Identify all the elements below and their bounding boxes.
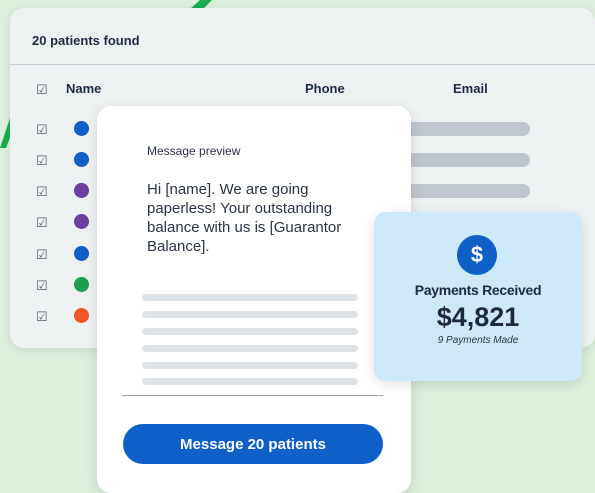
dollar-icon: $ (457, 235, 497, 275)
message-placeholder-line (142, 294, 358, 301)
payments-amount: $4,821 (436, 302, 520, 332)
column-header-email[interactable]: Email (453, 81, 488, 96)
select-all-checkbox[interactable]: ☑ (36, 83, 48, 96)
payments-title: Payments Received (414, 282, 542, 298)
results-count: 20 patients found (32, 33, 140, 48)
message-placeholder-line (142, 328, 358, 335)
column-header-name[interactable]: Name (66, 81, 101, 96)
message-placeholder-line (142, 378, 358, 385)
row-checkbox[interactable]: ☑ (36, 185, 48, 198)
patient-avatar (74, 277, 89, 292)
row-checkbox[interactable]: ☑ (36, 310, 48, 323)
payments-received-card: $ Payments Received $4,821 9 Payments Ma… (374, 212, 582, 381)
row-checkbox[interactable]: ☑ (36, 123, 48, 136)
row-checkbox[interactable]: ☑ (36, 248, 48, 261)
message-body-text: Hi [name]. We are going paperless! Your … (147, 181, 342, 255)
email-placeholder-bar (390, 184, 530, 198)
message-placeholder-line (142, 362, 358, 369)
message-preview-label: Message preview (147, 144, 241, 158)
patient-avatar (74, 308, 89, 323)
patient-avatar (74, 121, 89, 136)
payments-count: 9 Payments Made (437, 335, 519, 346)
row-checkbox[interactable]: ☑ (36, 154, 48, 167)
row-checkbox[interactable]: ☑ (36, 279, 48, 292)
column-header-phone[interactable]: Phone (305, 81, 345, 96)
patient-avatar (74, 246, 89, 261)
table-divider (10, 64, 595, 65)
patient-avatar (74, 214, 89, 229)
message-placeholder-line (142, 311, 358, 318)
message-divider (122, 395, 383, 396)
patient-avatar (74, 152, 89, 167)
email-placeholder-bar (390, 153, 530, 167)
message-patients-button[interactable]: Message 20 patients (123, 424, 383, 464)
message-placeholder-line (142, 345, 358, 352)
row-checkbox[interactable]: ☑ (36, 216, 48, 229)
patient-avatar (74, 183, 89, 198)
message-preview-card: Message preview Hi [name]. We are going … (97, 106, 411, 493)
email-placeholder-bar (390, 122, 530, 136)
